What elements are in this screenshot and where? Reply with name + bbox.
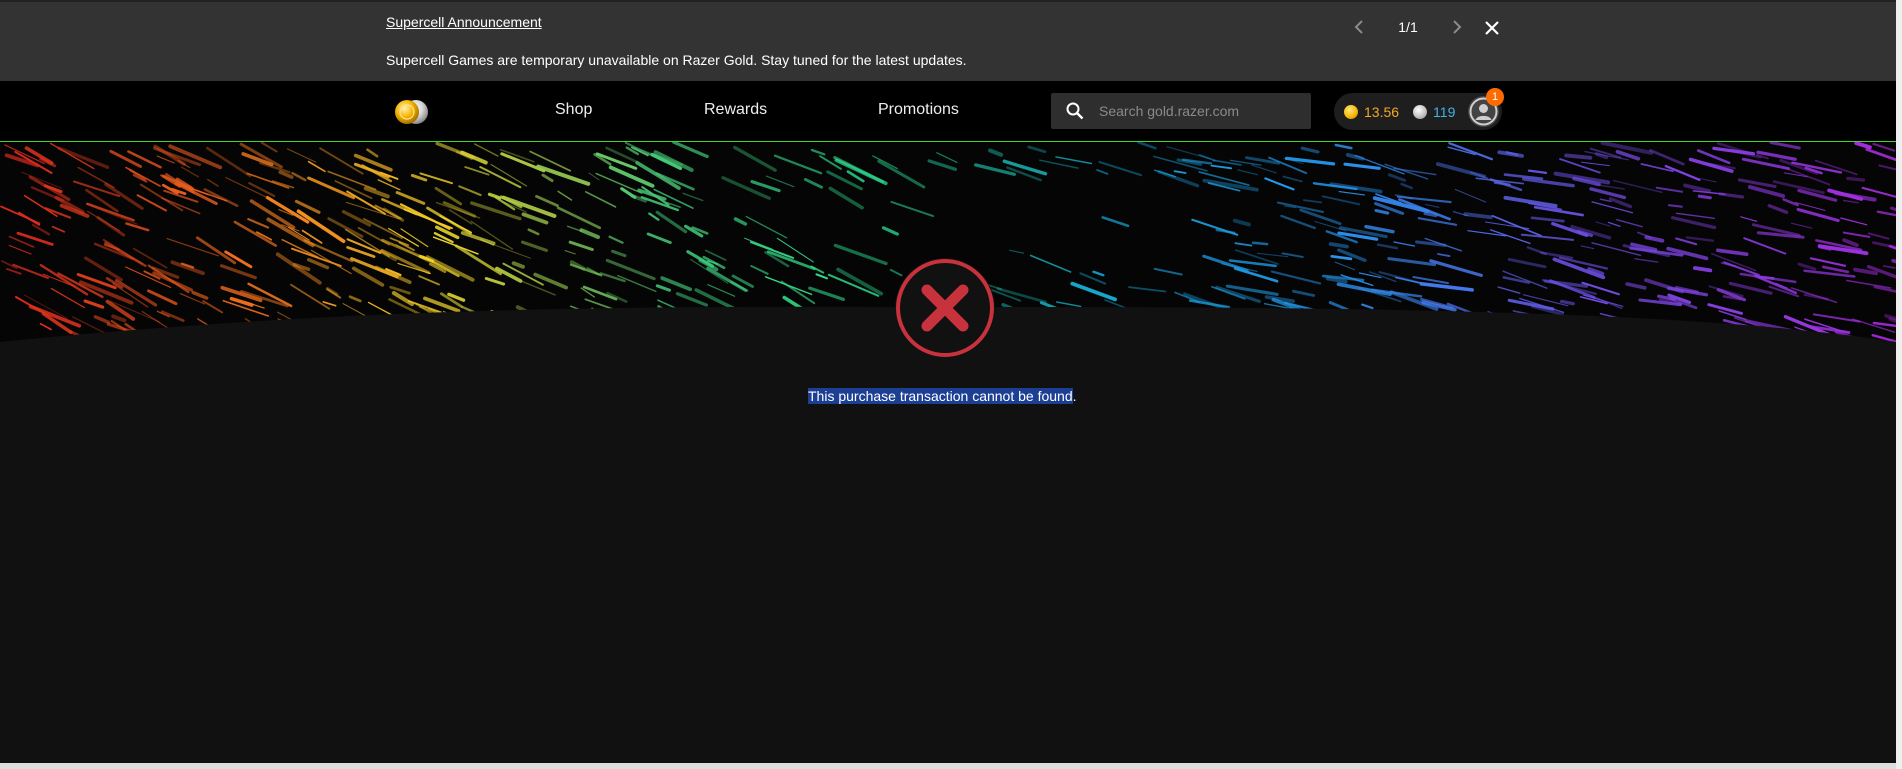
page: Supercell Announcement Supercell Games a… — [0, 0, 1896, 769]
announcement-title-link[interactable]: Supercell Announcement — [386, 14, 542, 30]
page-scrollbar[interactable] — [1896, 0, 1902, 769]
chevron-left-icon — [1354, 20, 1363, 34]
announcement-message: Supercell Games are temporary unavailabl… — [386, 52, 967, 68]
error-message: This purchase transaction cannot be foun… — [808, 388, 1077, 404]
nav-shop-link[interactable]: Shop — [555, 101, 592, 119]
close-icon — [1485, 21, 1499, 35]
razer-gold-logo[interactable] — [392, 97, 432, 127]
search-box — [1051, 93, 1311, 129]
error-status — [893, 256, 997, 360]
error-x-circle-icon — [895, 258, 995, 358]
nav-rewards-link[interactable]: Rewards — [704, 101, 767, 119]
top-navbar: Shop Rewards Promotions 13.56 119 — [0, 81, 1896, 142]
silver-balance: 119 — [1433, 103, 1456, 120]
search-icon[interactable] — [1065, 101, 1085, 121]
silver-coin-icon — [1413, 104, 1428, 119]
error-message-period: . — [1072, 388, 1077, 404]
error-message-selected-text: This purchase transaction cannot be foun… — [808, 388, 1073, 404]
announcement-prev-button[interactable] — [1348, 14, 1370, 40]
announcement-bar: Supercell Announcement Supercell Games a… — [0, 0, 1896, 81]
announcement-pager: 1/1 — [1398, 19, 1418, 35]
announcement-next-button[interactable] — [1446, 14, 1468, 40]
announcement-close-button[interactable] — [1480, 16, 1504, 40]
gold-balance: 13.56 — [1364, 103, 1400, 120]
notification-badge: 1 — [1486, 88, 1504, 106]
chevron-right-icon — [1453, 20, 1462, 34]
bottom-edge — [0, 763, 1896, 769]
search-input[interactable] — [1097, 102, 1301, 120]
razer-gold-coins-logo-icon — [395, 100, 428, 124]
gold-coin-icon — [1344, 104, 1358, 119]
nav-promotions-link[interactable]: Promotions — [878, 101, 959, 119]
